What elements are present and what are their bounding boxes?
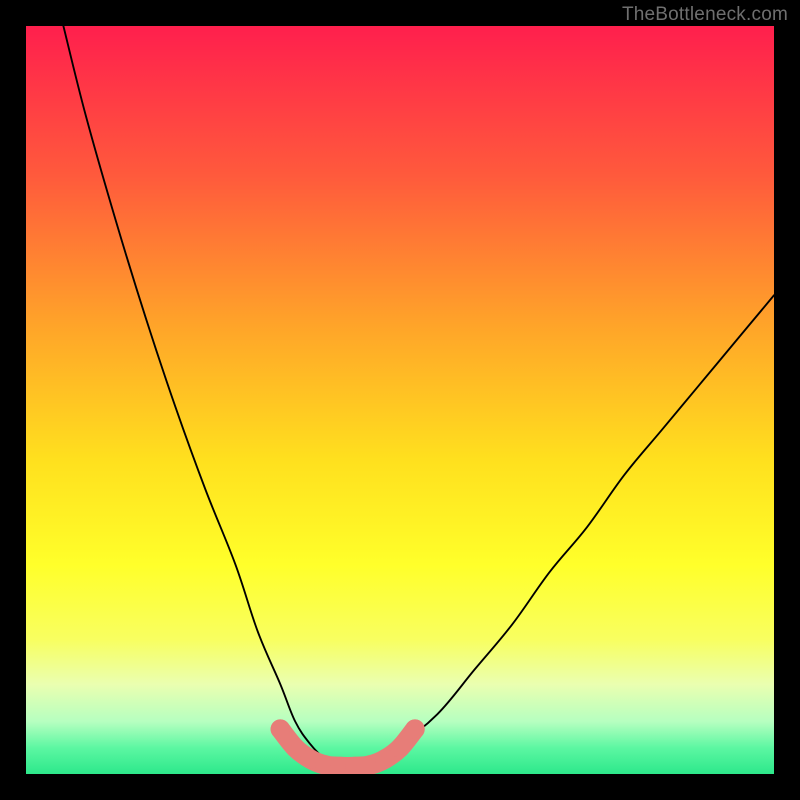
outer-frame: TheBottleneck.com: [0, 0, 800, 800]
optimal-range-point: [271, 719, 290, 738]
chart-svg: [26, 26, 774, 774]
optimal-range-point: [390, 738, 409, 757]
optimal-range-point: [405, 719, 424, 738]
gradient-background: [26, 26, 774, 774]
chart-plot-area: [26, 26, 774, 774]
watermark-text: TheBottleneck.com: [622, 4, 788, 26]
